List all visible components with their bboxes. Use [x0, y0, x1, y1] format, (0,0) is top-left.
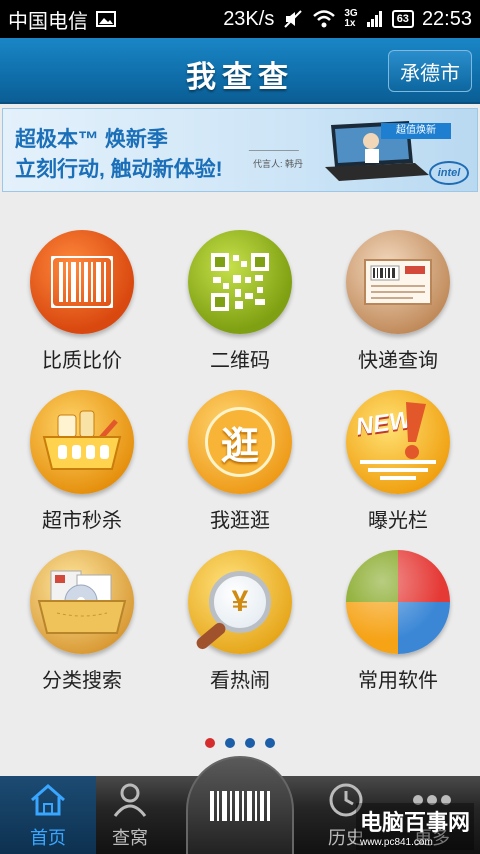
feature-common-software[interactable]: 常用软件	[318, 550, 478, 700]
nav-nest-label: 查窝	[112, 828, 148, 848]
banner-tag: 超值焕新	[381, 123, 451, 139]
banner-headline: 超极本™ 焕新季	[15, 128, 168, 151]
qr-code-icon	[188, 230, 292, 334]
feature-stroll[interactable]: 逛 我逛逛	[160, 390, 320, 540]
magnifier-handle	[194, 620, 228, 652]
feature-qr-code[interactable]: 二维码	[160, 230, 320, 380]
feature-label: 二维码	[210, 350, 270, 372]
feature-hot-watch[interactable]: ¥ 看热闹	[160, 550, 320, 700]
feature-label: 超市秒杀	[42, 510, 122, 532]
stroll-badge-icon: 逛	[188, 390, 292, 494]
carrier-name: 中国电信	[8, 10, 88, 33]
banner-subline: 立刻行动, 触动新体验!	[15, 158, 223, 181]
page-dot[interactable]	[245, 738, 255, 748]
wifi-icon	[312, 9, 336, 29]
app-header: 我查查 承德市	[0, 38, 480, 104]
feature-label: 比质比价	[42, 350, 122, 372]
feature-supermarket-flash[interactable]: 超市秒杀	[2, 390, 162, 540]
feature-label: 我逛逛	[210, 510, 270, 532]
page-indicator	[0, 738, 480, 748]
image-notification-icon	[96, 10, 116, 28]
shopping-basket-icon	[30, 390, 134, 494]
feature-express-query[interactable]: 快递查询	[318, 230, 478, 380]
network-speed: 23K/s	[223, 7, 275, 30]
nav-nest[interactable]: 查窝	[82, 776, 178, 854]
city-select-button[interactable]: 承德市	[388, 50, 472, 92]
stroll-badge-text: 逛	[205, 407, 275, 477]
intel-logo: intel	[429, 161, 469, 185]
page-dot[interactable]	[265, 738, 275, 748]
feature-label: 分类搜索	[42, 670, 122, 692]
signal-icon	[366, 10, 384, 28]
feature-label: 曝光栏	[368, 510, 428, 532]
barcode-scan-icon	[210, 791, 270, 821]
ad-banner[interactable]: 超极本™ 焕新季 立刻行动, 触动新体验! 代言人: 韩丹 超值焕新 intel	[2, 108, 478, 192]
watermark-url: www.pc841.com	[359, 837, 433, 848]
clock: 22:53	[421, 7, 472, 30]
nav-home-label: 首页	[30, 828, 66, 848]
user-icon	[110, 780, 150, 820]
feature-price-compare[interactable]: 比质比价	[2, 230, 162, 380]
new-alert-icon: NEW	[346, 390, 450, 494]
package-label-icon	[346, 230, 450, 334]
page-dot[interactable]	[225, 738, 235, 748]
mute-icon	[282, 8, 304, 30]
feature-category-search[interactable]: 分类搜索	[2, 550, 162, 700]
status-bar: 中国电信 23K/s 3G 1x 63 22:53	[0, 0, 480, 38]
feature-label: 快递查询	[358, 350, 438, 372]
pie-apps-icon	[346, 550, 450, 654]
watermark: 电脑百事网 www.pc841.com	[355, 803, 474, 850]
feature-label: 看热闹	[210, 670, 270, 692]
banner-endorser: 代言人: 韩丹	[253, 159, 304, 169]
feature-exposure[interactable]: NEW 曝光栏	[318, 390, 478, 540]
home-icon	[28, 780, 68, 820]
feature-label: 常用软件	[358, 670, 438, 692]
network-type: 3G 1x	[344, 8, 358, 29]
barcode-icon	[30, 230, 134, 334]
battery-level: 63	[391, 10, 414, 28]
signature-graphic	[248, 127, 308, 151]
watermark-text: 电脑百事网	[359, 810, 470, 835]
scan-barcode-button[interactable]	[186, 756, 294, 854]
folder-category-icon	[30, 550, 134, 654]
page-dot-active[interactable]	[205, 738, 215, 748]
magnifier-yen-icon: ¥	[188, 550, 292, 654]
